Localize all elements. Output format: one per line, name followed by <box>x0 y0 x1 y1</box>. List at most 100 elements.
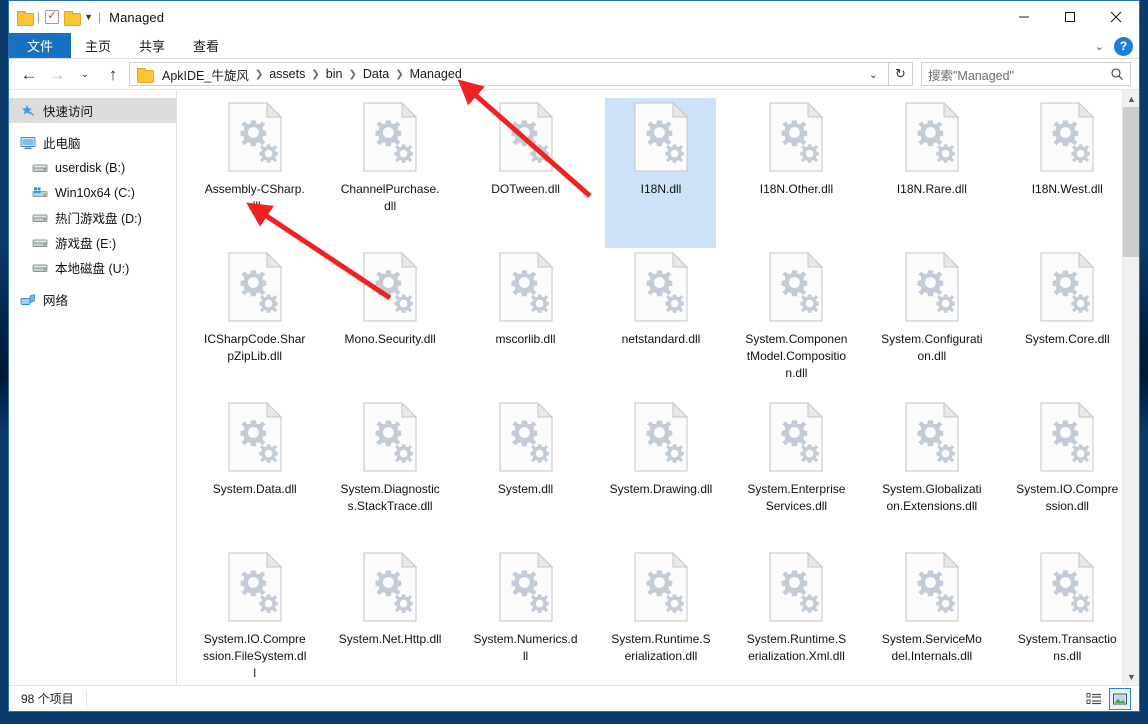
breadcrumb-separator[interactable]: ❯ <box>253 69 265 80</box>
file-item[interactable]: System.Configuration.dll <box>876 248 987 398</box>
search-input[interactable]: 搜索"Managed" <box>921 62 1131 86</box>
back-button[interactable]: ← <box>15 61 43 87</box>
file-item[interactable]: I18N.West.dll <box>1012 98 1123 248</box>
breadcrumb-apkide[interactable]: ApkIDE_牛旋风 <box>158 64 253 85</box>
file-item[interactable]: DOTween.dll <box>470 98 581 248</box>
file-item[interactable]: ICSharpCode.SharpZipLib.dll <box>199 248 310 398</box>
file-cell: DOTween.dll <box>458 98 593 248</box>
details-view-icon[interactable] <box>1083 688 1105 710</box>
file-name-label: System.Runtime.Serialization.Xml.dll <box>744 631 849 665</box>
sidebar-item-hot-games-d[interactable]: 热门游戏盘 (D:) <box>9 205 176 230</box>
recent-locations-button[interactable]: ⌄ <box>71 61 99 87</box>
sidebar-item-local-disk-u[interactable]: 本地磁盘 (U:) <box>9 255 176 280</box>
file-item[interactable]: System.ComponentModel.Composition.dll <box>741 248 852 398</box>
sidebar-item-label: 快速访问 <box>43 101 93 120</box>
file-cell: Assembly-CSharp.dll <box>187 98 322 248</box>
tab-file[interactable]: 文件 <box>9 33 71 58</box>
up-button[interactable]: ↑ <box>99 61 127 87</box>
customize-caret-icon[interactable]: ▼ <box>84 12 93 22</box>
file-item[interactable]: System.Runtime.Serialization.Xml.dll <box>741 548 852 685</box>
scroll-down-icon[interactable]: ▼ <box>1123 668 1139 685</box>
dll-file-icon <box>900 252 964 326</box>
breadcrumb-data[interactable]: Data <box>359 66 393 82</box>
scrollbar-thumb[interactable] <box>1123 107 1139 257</box>
file-item[interactable]: System.ServiceModel.Internals.dll <box>876 548 987 685</box>
maximize-icon[interactable] <box>1047 1 1093 33</box>
dll-file-icon <box>494 552 558 626</box>
drive-icon <box>31 210 48 226</box>
breadcrumb-separator[interactable]: ❯ <box>393 69 405 80</box>
sidebar-item-network[interactable]: 网络 <box>9 287 176 312</box>
file-item[interactable]: System.Numerics.dll <box>470 548 581 685</box>
file-item[interactable]: Mono.Security.dll <box>335 248 446 398</box>
file-item[interactable]: System.Core.dll <box>1012 248 1123 398</box>
dll-file-icon <box>358 102 422 176</box>
address-dropdown-icon[interactable]: ⌄ <box>863 68 884 81</box>
file-item[interactable]: System.Drawing.dll <box>605 398 716 548</box>
file-item[interactable]: System.EnterpriseServices.dll <box>741 398 852 548</box>
dll-file-icon <box>223 102 287 176</box>
file-item[interactable]: System.dll <box>470 398 581 548</box>
file-list-view[interactable]: Assembly-CSharp.dll ChannelPurchase.dll … <box>177 90 1139 685</box>
close-icon[interactable] <box>1093 1 1139 33</box>
dll-file-icon <box>629 402 693 476</box>
file-item[interactable]: netstandard.dll <box>605 248 716 398</box>
file-name-label: Assembly-CSharp.dll <box>202 181 307 215</box>
file-name-label: System.Core.dll <box>1025 331 1110 348</box>
quick-access-toolbar: | ▼ | <box>9 10 101 24</box>
search-icon[interactable] <box>1110 67 1124 81</box>
tab-view[interactable]: 查看 <box>179 33 233 58</box>
file-cell: ICSharpCode.SharpZipLib.dll <box>187 248 322 398</box>
breadcrumb-bin[interactable]: bin <box>322 66 347 82</box>
new-folder-icon[interactable] <box>64 11 79 24</box>
file-item[interactable]: System.IO.Compression.dll <box>1012 398 1123 548</box>
this-pc-icon <box>19 135 36 151</box>
breadcrumb-managed[interactable]: Managed <box>406 66 466 82</box>
folder-icon[interactable] <box>17 11 32 24</box>
file-item[interactable]: I18N.dll <box>605 98 716 248</box>
dll-file-icon <box>764 252 828 326</box>
windows-drive-icon <box>31 185 48 201</box>
sidebar-item-label: userdisk (B:) <box>55 161 125 175</box>
file-item[interactable]: mscorlib.dll <box>470 248 581 398</box>
refresh-icon[interactable]: ↻ <box>889 62 913 86</box>
tab-home[interactable]: 主页 <box>71 33 125 58</box>
chevron-down-icon[interactable]: ⌄ <box>1095 40 1104 53</box>
file-cell: I18N.West.dll <box>1000 98 1135 248</box>
scroll-up-icon[interactable]: ▲ <box>1123 90 1139 107</box>
breadcrumb-assets[interactable]: assets <box>265 66 309 82</box>
file-cell: I18N.Other.dll <box>729 98 864 248</box>
sidebar-item-this-pc[interactable]: 此电脑 <box>9 130 176 155</box>
file-item[interactable]: ChannelPurchase.dll <box>335 98 446 248</box>
sidebar-item-win10x64-c[interactable]: Win10x64 (C:) <box>9 180 176 205</box>
sidebar-item-label: 网络 <box>43 290 68 309</box>
file-item[interactable]: System.Diagnostics.StackTrace.dll <box>335 398 446 548</box>
address-bar[interactable]: ApkIDE_牛旋风 ❯ assets ❯ bin ❯ Data ❯ Manag… <box>129 62 889 86</box>
file-name-label: System.Transactions.dll <box>1015 631 1120 665</box>
sidebar-item-quick-access[interactable]: 快速访问 <box>9 98 176 123</box>
properties-icon[interactable] <box>45 10 59 24</box>
file-cell: System.IO.Compression.dll <box>1000 398 1135 548</box>
forward-button[interactable]: → <box>43 61 71 87</box>
help-icon[interactable]: ? <box>1114 37 1133 56</box>
sidebar-item-label: 游戏盘 (E:) <box>55 233 116 252</box>
file-item[interactable]: Assembly-CSharp.dll <box>199 98 310 248</box>
breadcrumb-separator[interactable]: ❯ <box>346 69 358 80</box>
view-toggle-group <box>1083 688 1131 710</box>
tab-share[interactable]: 共享 <box>125 33 179 58</box>
file-explorer-window: | ▼ | Managed 文件 主页 共享 查看 ⌄ ? <box>8 0 1140 712</box>
file-item[interactable]: System.Runtime.Serialization.dll <box>605 548 716 685</box>
minimize-icon[interactable] <box>1001 1 1047 33</box>
file-item[interactable]: System.Net.Http.dll <box>335 548 446 685</box>
breadcrumb-separator[interactable]: ❯ <box>309 69 321 80</box>
file-item[interactable]: I18N.Other.dll <box>741 98 852 248</box>
large-icons-view-icon[interactable] <box>1109 688 1131 710</box>
file-item[interactable]: System.IO.Compression.FileSystem.dll <box>199 548 310 685</box>
vertical-scrollbar[interactable]: ▲ ▼ <box>1122 90 1139 685</box>
file-item[interactable]: I18N.Rare.dll <box>876 98 987 248</box>
sidebar-item-games-e[interactable]: 游戏盘 (E:) <box>9 230 176 255</box>
file-item[interactable]: System.Transactions.dll <box>1012 548 1123 685</box>
file-item[interactable]: System.Data.dll <box>199 398 310 548</box>
file-item[interactable]: System.Globalization.Extensions.dll <box>876 398 987 548</box>
sidebar-item-userdisk-b[interactable]: userdisk (B:) <box>9 155 176 180</box>
